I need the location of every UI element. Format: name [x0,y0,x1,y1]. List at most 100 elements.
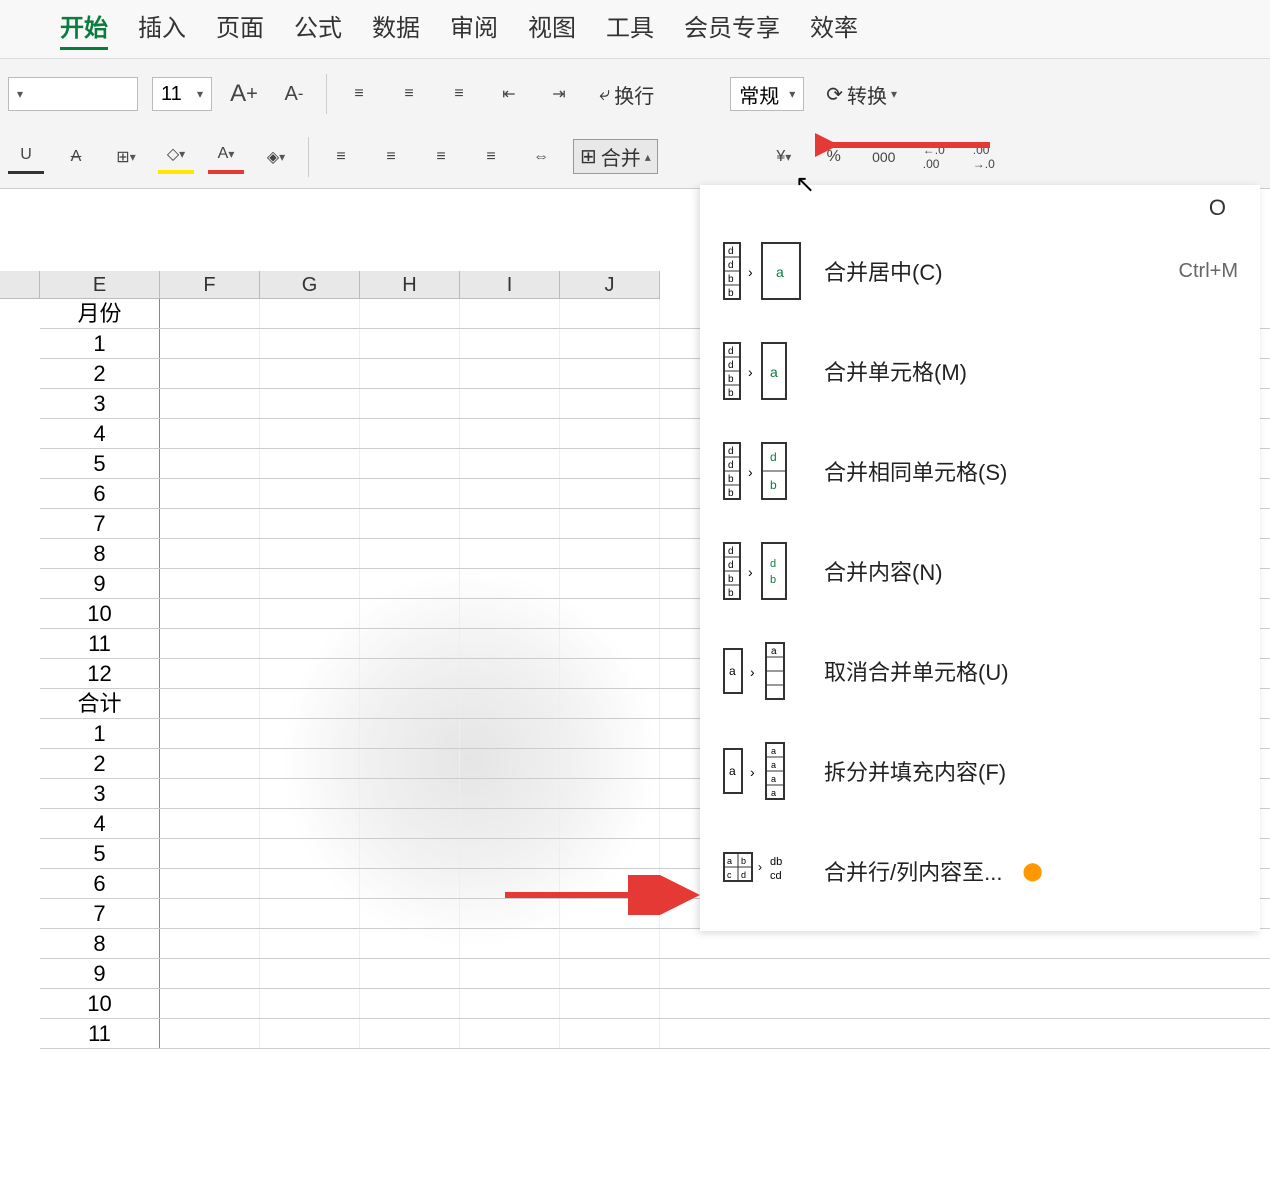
cell[interactable] [160,719,260,748]
cell[interactable] [460,569,560,598]
col-j[interactable]: J [560,271,660,298]
cell[interactable] [460,809,560,838]
cell[interactable] [560,929,660,958]
cell[interactable] [360,629,460,658]
cell-e[interactable]: 9 [40,959,160,988]
cell[interactable] [560,569,660,598]
cell-e[interactable]: 6 [40,479,160,508]
menu-vip[interactable]: 会员专享 [684,8,780,50]
cell[interactable] [360,749,460,778]
cell[interactable] [360,449,460,478]
font-color-button[interactable]: A ▾ [208,140,244,174]
cell[interactable] [360,869,460,898]
cell[interactable] [460,779,560,808]
convert-button[interactable]: ⟳ 转换 ▾ [818,76,905,113]
cell[interactable] [160,479,260,508]
cell[interactable] [460,299,560,328]
merge-row-col-item[interactable]: abcd›dbcd 合并行/列内容至... ⬤ [704,821,1256,921]
col-e[interactable]: E [40,271,160,298]
cell[interactable] [360,299,460,328]
menu-insert[interactable]: 插入 [138,8,186,50]
cell[interactable] [560,419,660,448]
cell[interactable] [560,359,660,388]
cell[interactable] [260,959,360,988]
cell[interactable] [160,899,260,928]
cell[interactable] [560,539,660,568]
indent-increase-icon[interactable]: ⇥ [541,77,577,111]
cell[interactable] [260,839,360,868]
cell-e[interactable]: 10 [40,599,160,628]
cell[interactable] [160,629,260,658]
cell[interactable] [560,329,660,358]
cell[interactable] [160,539,260,568]
col-i[interactable]: I [460,271,560,298]
cell[interactable] [260,929,360,958]
cell[interactable] [160,779,260,808]
cell[interactable] [360,509,460,538]
strikethrough-button[interactable]: A [58,140,94,174]
cell-e[interactable]: 10 [40,989,160,1018]
cell[interactable] [460,389,560,418]
cell[interactable] [260,899,360,928]
cell-e[interactable]: 8 [40,539,160,568]
align-middle-icon[interactable]: ≡ [391,77,427,111]
cell[interactable] [160,569,260,598]
cell-e[interactable]: 7 [40,899,160,928]
cell[interactable] [160,839,260,868]
menu-page[interactable]: 页面 [216,8,264,50]
cell[interactable] [260,449,360,478]
cell[interactable] [360,419,460,448]
merge-button[interactable]: ⊞ 合并 ▴ [573,139,658,174]
cell-e[interactable]: 1 [40,719,160,748]
align-bottom-icon[interactable]: ≡ [441,77,477,111]
cell[interactable] [560,659,660,688]
cell[interactable] [160,959,260,988]
cell[interactable] [260,1019,360,1048]
font-name-select[interactable]: ▾ [8,77,138,111]
cell-e[interactable]: 2 [40,749,160,778]
cell[interactable] [360,359,460,388]
cell[interactable] [460,329,560,358]
cell[interactable] [460,959,560,988]
cell[interactable] [160,389,260,418]
cell[interactable] [560,1019,660,1048]
cell[interactable] [460,929,560,958]
cell[interactable] [160,599,260,628]
font-size-select[interactable]: 11▾ [152,77,212,111]
cell[interactable] [560,809,660,838]
cell[interactable] [360,539,460,568]
cell[interactable] [160,359,260,388]
col-g[interactable]: G [260,271,360,298]
cell[interactable] [360,959,460,988]
cell[interactable] [260,359,360,388]
cell[interactable] [360,659,460,688]
cell-e[interactable]: 4 [40,809,160,838]
cell[interactable] [260,539,360,568]
cell[interactable] [360,329,460,358]
cell[interactable] [560,779,660,808]
cell[interactable] [560,599,660,628]
cell[interactable] [460,479,560,508]
cell[interactable] [360,899,460,928]
cell-e[interactable]: 月份 [40,299,160,328]
cell[interactable] [260,779,360,808]
menu-review[interactable]: 审阅 [450,8,498,50]
cell[interactable] [460,449,560,478]
cell[interactable] [160,989,260,1018]
underline-button[interactable]: U [8,140,44,174]
borders-button[interactable]: ⊞ ▾ [108,140,144,174]
cell[interactable] [460,599,560,628]
col-f[interactable]: F [160,271,260,298]
merge-cells-item[interactable]: ddbb›a 合并单元格(M) [704,321,1256,421]
cell-e[interactable]: 6 [40,869,160,898]
cell[interactable] [460,509,560,538]
cell[interactable] [260,749,360,778]
cell[interactable] [260,659,360,688]
cell[interactable] [260,479,360,508]
cell[interactable] [560,749,660,778]
cell[interactable] [560,509,660,538]
cell[interactable] [560,839,660,868]
cell[interactable] [160,869,260,898]
align-right-icon[interactable]: ≡ [423,140,459,174]
cell-e[interactable]: 12 [40,659,160,688]
